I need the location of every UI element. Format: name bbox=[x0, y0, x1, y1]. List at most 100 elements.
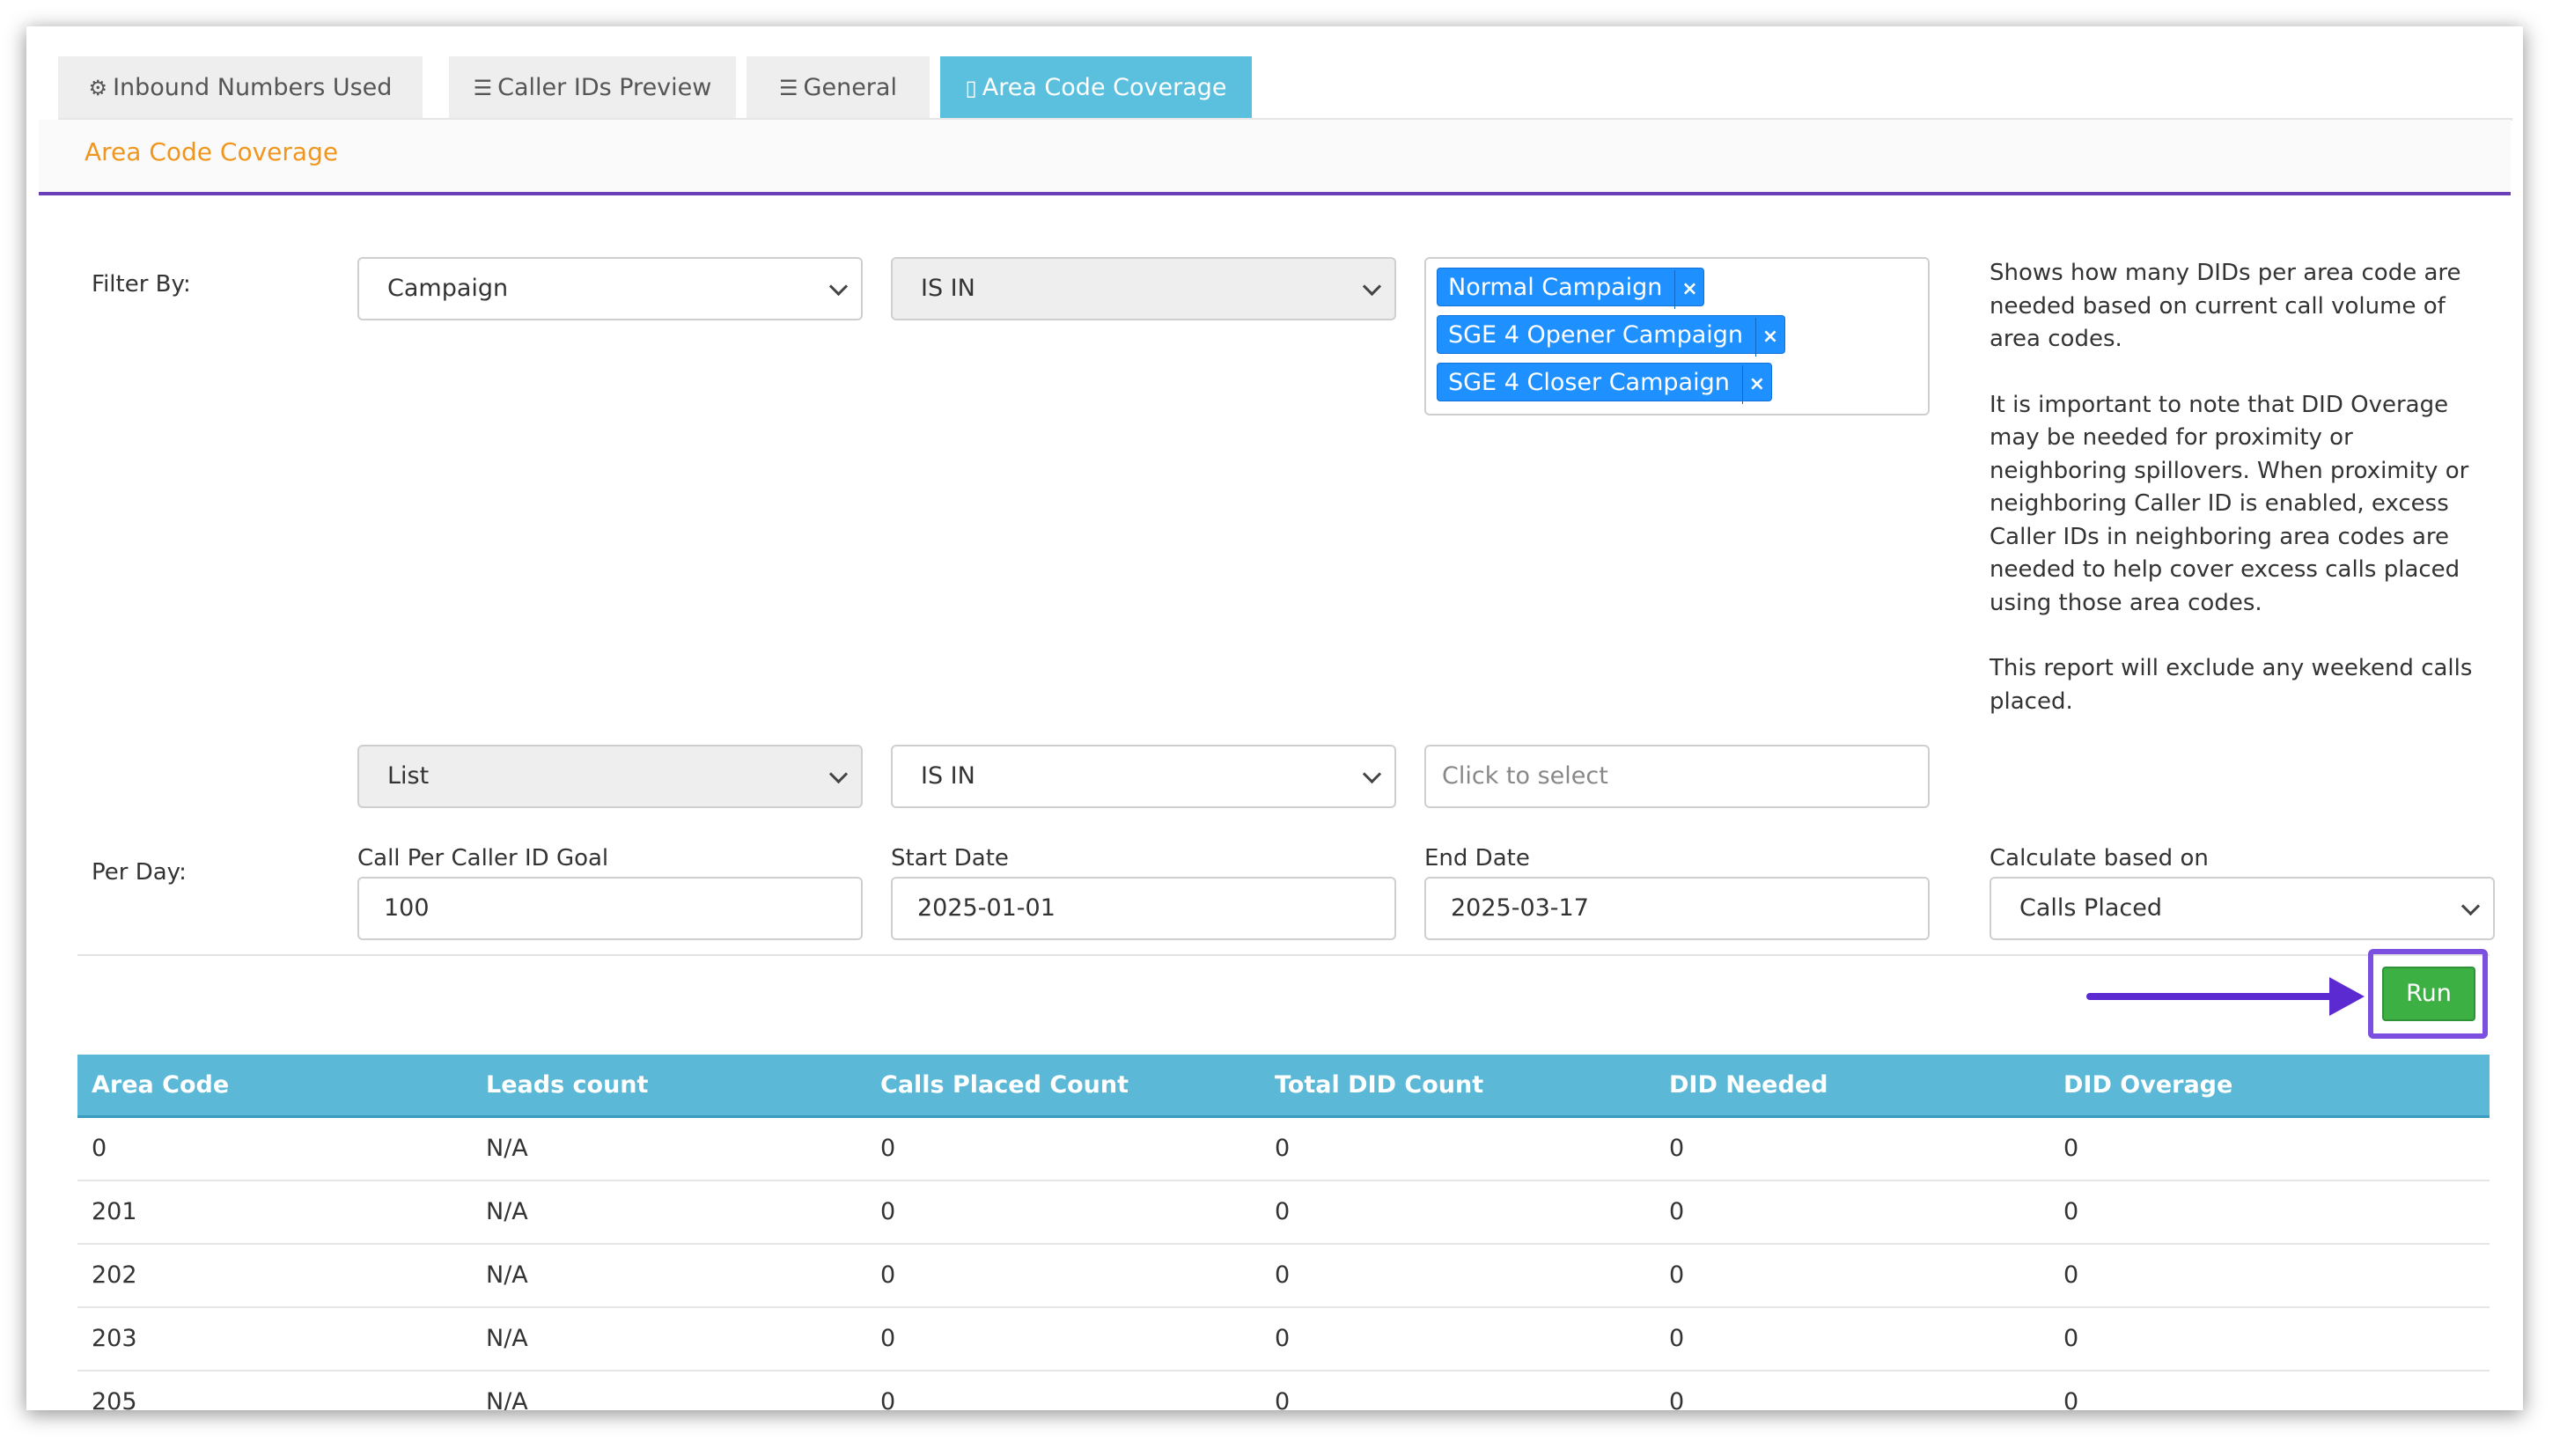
tab-label: Caller IDs Preview bbox=[497, 74, 712, 101]
table-row: 0 N/A 0 0 0 0 bbox=[77, 1118, 2490, 1181]
filter-field-select[interactable]: Campaign bbox=[357, 257, 863, 320]
tag-label: Normal Campaign bbox=[1448, 274, 1663, 301]
list-multiselect[interactable]: Click to select bbox=[1424, 745, 1930, 808]
column-header-area-code[interactable]: Area Code bbox=[92, 1055, 229, 1116]
calculate-based-on-select[interactable]: Calls Placed bbox=[1990, 877, 2495, 940]
cell-area-code: 202 bbox=[92, 1261, 137, 1289]
chevron-down-icon bbox=[1362, 276, 1382, 297]
cell-did-needed: 0 bbox=[1669, 1388, 1685, 1410]
filter-operator-2-select[interactable]: IS IN bbox=[891, 745, 1396, 808]
filter-by-label: Filter By: bbox=[92, 271, 191, 298]
remove-tag-icon[interactable]: × bbox=[1674, 270, 1703, 309]
chevron-down-icon bbox=[828, 276, 849, 297]
remove-tag-icon[interactable]: × bbox=[1741, 365, 1771, 404]
tab-general[interactable]: ☰ General bbox=[747, 56, 930, 120]
column-header-total-did-count[interactable]: Total DID Count bbox=[1275, 1055, 1483, 1116]
start-date-value: 2025-01-01 bbox=[917, 894, 1055, 922]
filter-field-2-value: List bbox=[387, 762, 430, 790]
remove-tag-icon[interactable]: × bbox=[1755, 318, 1784, 357]
tag-label: SGE 4 Opener Campaign bbox=[1448, 321, 1744, 349]
cell-did-overage: 0 bbox=[2063, 1198, 2079, 1225]
cell-calls-placed-count: 0 bbox=[880, 1388, 896, 1410]
tab-label: Inbound Numbers Used bbox=[113, 74, 393, 101]
start-date-input[interactable]: 2025-01-01 bbox=[891, 877, 1396, 940]
goal-value: 100 bbox=[384, 894, 430, 922]
table-row: 201 N/A 0 0 0 0 bbox=[77, 1181, 2490, 1245]
form-divider bbox=[77, 954, 2490, 956]
cell-total-did-count: 0 bbox=[1275, 1135, 1291, 1162]
end-date-label: End Date bbox=[1424, 845, 1530, 871]
cell-leads-count: N/A bbox=[486, 1135, 528, 1162]
tab-inbound-numbers-used[interactable]: ⚙ Inbound Numbers Used bbox=[58, 56, 423, 120]
help-paragraph: It is important to note that DID Overage… bbox=[1990, 391, 2469, 616]
tab-area-code-coverage[interactable]: ▯ Area Code Coverage bbox=[940, 56, 1252, 120]
cell-total-did-count: 0 bbox=[1275, 1261, 1291, 1289]
report-panel: ⚙ Inbound Numbers Used ☰ Caller IDs Previe… bbox=[26, 26, 2523, 1410]
cell-area-code: 201 bbox=[92, 1198, 137, 1225]
tab-label: Area Code Coverage bbox=[982, 74, 1227, 101]
cell-area-code: 0 bbox=[92, 1135, 107, 1162]
column-header-calls-placed-count[interactable]: Calls Placed Count bbox=[880, 1055, 1129, 1116]
campaign-multiselect[interactable]: Normal Campaign × SGE 4 Opener Campaign × … bbox=[1424, 257, 1930, 415]
report-help-text: Shows how many DIDs per area code are ne… bbox=[1990, 257, 2482, 751]
table-row: 203 N/A 0 0 0 0 bbox=[77, 1308, 2490, 1371]
table-row: 202 N/A 0 0 0 0 bbox=[77, 1245, 2490, 1308]
tag-normal-campaign: Normal Campaign × bbox=[1437, 268, 1705, 309]
cell-did-needed: 0 bbox=[1669, 1261, 1685, 1289]
column-header-did-overage[interactable]: DID Overage bbox=[2063, 1055, 2232, 1116]
cell-total-did-count: 0 bbox=[1275, 1388, 1291, 1410]
calculate-based-on-label: Calculate based on bbox=[1990, 845, 2209, 871]
column-header-did-needed[interactable]: DID Needed bbox=[1669, 1055, 1828, 1116]
goal-input[interactable]: 100 bbox=[357, 877, 863, 940]
help-paragraph: This report will exclude any weekend cal… bbox=[1990, 655, 2473, 715]
goal-label: Call Per Caller ID Goal bbox=[357, 845, 609, 871]
table-row: 205 N/A 0 0 0 0 bbox=[77, 1371, 2490, 1410]
cell-did-overage: 0 bbox=[2063, 1388, 2079, 1410]
cell-did-overage: 0 bbox=[2063, 1325, 2079, 1352]
cell-total-did-count: 0 bbox=[1275, 1198, 1291, 1225]
list-icon: ☰ bbox=[473, 76, 493, 100]
run-button[interactable]: Run bbox=[2382, 967, 2475, 1021]
cell-calls-placed-count: 0 bbox=[880, 1261, 896, 1289]
file-icon: ▯ bbox=[965, 76, 977, 100]
tag-sge-4-closer-campaign: SGE 4 Closer Campaign × bbox=[1437, 363, 1772, 404]
cell-leads-count: N/A bbox=[486, 1261, 528, 1289]
gear-icon: ⚙ bbox=[88, 76, 108, 100]
filter-operator-select[interactable]: IS IN bbox=[891, 257, 1396, 320]
help-paragraph: Shows how many DIDs per area code are ne… bbox=[1990, 260, 2461, 352]
chevron-down-icon bbox=[1362, 764, 1382, 784]
section-header: Area Code Coverage bbox=[39, 120, 2511, 195]
table-header: Area Code Leads count Calls Placed Count… bbox=[77, 1055, 2490, 1118]
cell-calls-placed-count: 0 bbox=[880, 1135, 896, 1162]
cell-did-needed: 0 bbox=[1669, 1325, 1685, 1352]
tab-label: General bbox=[803, 74, 897, 101]
list-icon: ☰ bbox=[779, 76, 798, 100]
cell-did-overage: 0 bbox=[2063, 1135, 2079, 1162]
cell-did-needed: 0 bbox=[1669, 1135, 1685, 1162]
start-date-label: Start Date bbox=[891, 845, 1009, 871]
tag-label: SGE 4 Closer Campaign bbox=[1448, 369, 1730, 396]
annotation-arrow-head bbox=[2329, 977, 2365, 1016]
column-header-leads-count[interactable]: Leads count bbox=[486, 1055, 648, 1116]
end-date-input[interactable]: 2025-03-17 bbox=[1424, 877, 1930, 940]
cell-calls-placed-count: 0 bbox=[880, 1198, 896, 1225]
list-multiselect-placeholder: Click to select bbox=[1442, 762, 1608, 790]
chevron-down-icon bbox=[828, 764, 849, 784]
filter-field-2-select[interactable]: List bbox=[357, 745, 863, 808]
filter-operator-2-value: IS IN bbox=[921, 762, 975, 790]
cell-area-code: 205 bbox=[92, 1388, 137, 1410]
cell-area-code: 203 bbox=[92, 1325, 137, 1352]
cell-total-did-count: 0 bbox=[1275, 1325, 1291, 1352]
section-title: Area Code Coverage bbox=[85, 137, 339, 166]
end-date-value: 2025-03-17 bbox=[1451, 894, 1589, 922]
chevron-down-icon bbox=[2460, 896, 2481, 916]
cell-leads-count: N/A bbox=[486, 1325, 528, 1352]
annotation-arrow bbox=[2086, 993, 2342, 1000]
per-day-label: Per Day: bbox=[92, 859, 187, 886]
filter-field-value: Campaign bbox=[387, 275, 509, 302]
cell-leads-count: N/A bbox=[486, 1388, 528, 1410]
tab-caller-ids-preview[interactable]: ☰ Caller IDs Preview bbox=[449, 56, 736, 120]
cell-did-overage: 0 bbox=[2063, 1261, 2079, 1289]
cell-calls-placed-count: 0 bbox=[880, 1325, 896, 1352]
calculate-based-on-value: Calls Placed bbox=[2019, 894, 2162, 922]
